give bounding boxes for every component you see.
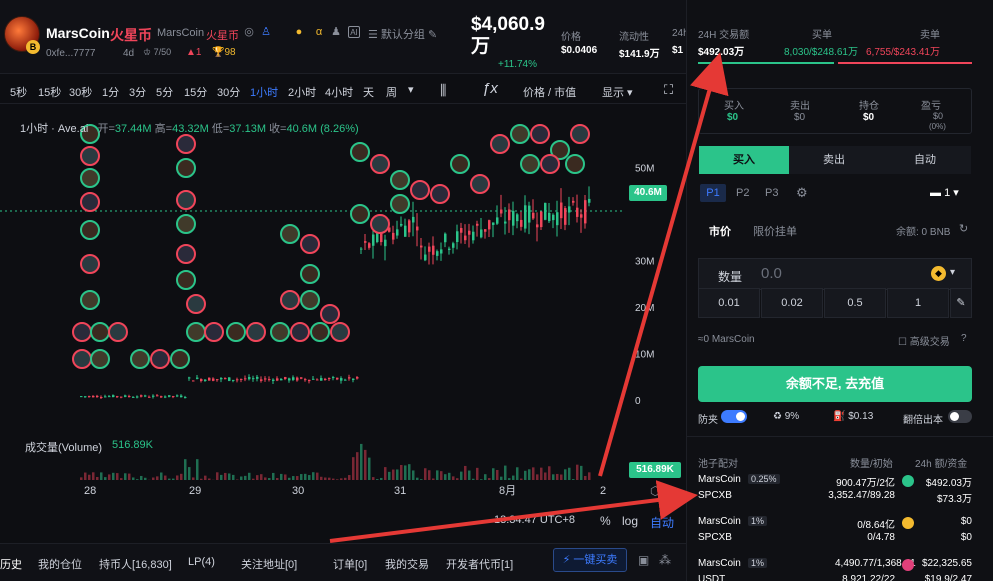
annotation-arrows xyxy=(329,52,729,543)
arrow-to-pool xyxy=(329,480,698,543)
arrow-to-vol24 xyxy=(598,52,729,477)
